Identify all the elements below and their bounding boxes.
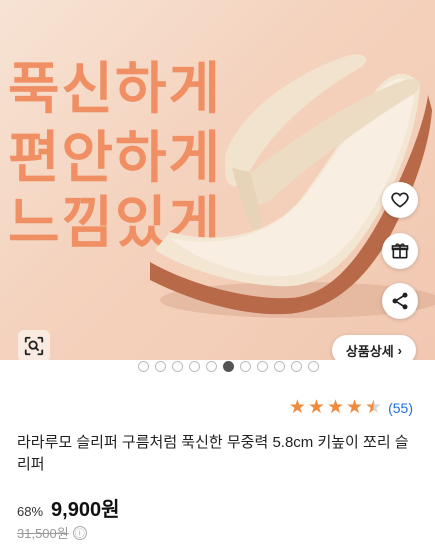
review-count-link[interactable]: (55) — [388, 400, 413, 416]
detail-button-label: 상품상세 — [345, 343, 394, 359]
carousel-dot[interactable] — [172, 361, 183, 372]
chevron-right-icon: › — [397, 342, 402, 358]
original-price-row: 31,500원 ⓘ — [17, 523, 87, 542]
carousel-dot[interactable] — [138, 361, 149, 372]
sandal-illustration — [150, 54, 435, 318]
carousel-dot[interactable] — [240, 361, 251, 372]
carousel-indicator — [138, 361, 319, 373]
heart-icon — [391, 192, 409, 208]
carousel-dot[interactable] — [155, 361, 166, 372]
star-icon: ★ — [288, 397, 306, 418]
carousel-dot[interactable] — [308, 361, 319, 372]
carousel-dot[interactable] — [274, 361, 285, 372]
wishlist-button[interactable] — [382, 182, 418, 218]
product-detail-button[interactable]: 상품상세 › — [331, 335, 416, 360]
rating[interactable]: ★ ★ ★ ★ ★ (55) — [289, 398, 413, 417]
carousel-dot[interactable] — [257, 361, 268, 372]
half-star-icon: ★ — [365, 397, 383, 418]
carousel-dot[interactable] — [206, 361, 217, 372]
original-price: 31,500원 — [17, 526, 69, 541]
gift-button[interactable] — [382, 233, 418, 269]
info-icon[interactable]: ⓘ — [72, 525, 87, 540]
discount-rate: 68% — [17, 504, 44, 519]
product-title: 라라루모 슬리퍼 구름처럼 푹신한 무중력 5.8cm 키높이 쪼리 슬리퍼 — [17, 434, 409, 473]
star-icon: ★ — [346, 397, 364, 418]
product-image[interactable]: 푹신하게 편안하게 느낌있게 상품상세 › — [0, 0, 435, 360]
sale-price: 9,900원 — [51, 499, 120, 521]
carousel-dot[interactable] — [291, 361, 302, 372]
gift-icon — [391, 243, 409, 259]
lens-search-icon — [24, 336, 44, 356]
carousel-dot[interactable] — [223, 361, 234, 372]
price-row: 68% 9,900원 — [17, 493, 119, 522]
share-icon — [392, 292, 408, 310]
carousel-dot[interactable] — [189, 361, 200, 372]
lens-search-button[interactable] — [18, 330, 50, 360]
star-icon: ★ — [307, 397, 325, 418]
share-button[interactable] — [382, 283, 418, 319]
star-icon: ★ — [326, 397, 344, 418]
